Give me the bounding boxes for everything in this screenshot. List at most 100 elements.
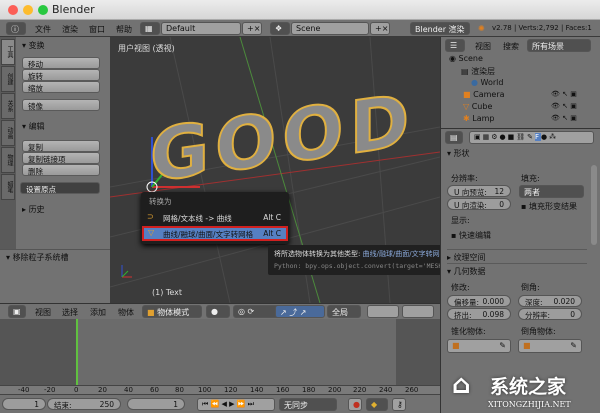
tab-animation[interactable]: 动画: [1, 120, 15, 146]
data-tab-icon[interactable]: F: [534, 133, 542, 141]
fill-deform-checkbox[interactable]: ▪ 填充形变结果: [521, 201, 577, 212]
timeline-ruler[interactable]: -40 -20 0 20 40 60 80 100 120 140 160 18…: [0, 385, 440, 394]
menu-help[interactable]: 帮助: [116, 24, 132, 35]
keying-set-button[interactable]: ◆: [366, 398, 388, 411]
record-button[interactable]: ●: [348, 398, 362, 411]
menu-object[interactable]: 物体: [118, 307, 134, 318]
display-mode-select[interactable]: 所有场景: [527, 39, 591, 52]
scene-select[interactable]: Scene: [291, 22, 369, 35]
taper-object-field[interactable]: ■ ✎: [447, 339, 511, 353]
transform-manipulators[interactable]: ↗ ⤴ ↗: [275, 305, 325, 318]
sync-select[interactable]: 无同步: [279, 398, 337, 411]
layers-1[interactable]: [367, 305, 399, 318]
visibility-icons[interactable]: 👁 ↖ ▣: [551, 102, 577, 110]
scale-button[interactable]: 缩放: [22, 81, 100, 93]
move-button[interactable]: 移动: [22, 57, 100, 69]
tab-tools[interactable]: 工具: [1, 39, 15, 65]
layout-add-remove[interactable]: +×: [242, 22, 262, 35]
rotate-button[interactable]: 旋转: [22, 69, 100, 81]
panel-shape-title[interactable]: ▾ 形状: [447, 148, 470, 159]
tab-create[interactable]: 创建: [1, 66, 15, 92]
minimize-button[interactable]: [23, 5, 33, 15]
tick-label: 200: [328, 386, 342, 394]
menu-add[interactable]: 添加: [90, 307, 106, 318]
delete-button[interactable]: 删除: [22, 164, 100, 176]
operator-title[interactable]: ▾ 移除粒子系统槽: [6, 252, 69, 263]
timeline[interactable]: [0, 319, 440, 385]
panel-geometry[interactable]: ▾ 几何数据: [447, 263, 587, 277]
panel-texture-space[interactable]: ▸ 纹理空间: [447, 249, 587, 263]
context-tabs[interactable]: ▣▦⚙●■⛓✎F●⁂: [469, 131, 594, 144]
cube-icon: ■: [147, 308, 155, 317]
menu-view[interactable]: 视图: [35, 307, 51, 318]
outliner-row-camera[interactable]: ■ Camera: [463, 90, 505, 99]
extrude-field[interactable]: 挤出: 0.098: [447, 308, 511, 320]
current-frame-line[interactable]: [76, 319, 78, 385]
editor-type-icon[interactable]: ▣: [8, 305, 26, 318]
outliner-row-renderlayers[interactable]: ▤ 渲染层: [461, 66, 495, 77]
u-preview-field[interactable]: U 向预览: 12: [447, 185, 511, 197]
menu-item-mesh[interactable]: ▽ 曲线/融球/曲面/文字转网格 Alt C: [142, 226, 288, 241]
menu-view[interactable]: 视图: [475, 41, 491, 52]
shading-select[interactable]: ●: [206, 305, 230, 318]
tab-grease-pencil[interactable]: 蜡笔: [1, 174, 15, 200]
depth-field[interactable]: 深度: 0.020: [518, 295, 582, 307]
bevel-resolution-field[interactable]: 分辨率: 0: [518, 308, 582, 320]
orientation-select[interactable]: 全局: [327, 305, 361, 318]
menu-search[interactable]: 搜索: [503, 41, 519, 52]
render-engine-select[interactable]: Blender 渲染: [410, 22, 470, 35]
bevel-object-field[interactable]: ■ ✎: [518, 339, 582, 353]
key-icon[interactable]: ⚷: [392, 398, 406, 411]
shelf-tabs: 工具 创建 关系 动画 物理 蜡笔: [0, 37, 16, 249]
view-label: 用户视图 (透视): [118, 44, 175, 53]
eyedropper-icon[interactable]: ✎: [570, 341, 577, 350]
layout-select[interactable]: Default: [161, 22, 241, 35]
panel-edit-title[interactable]: ▾ 编辑: [22, 121, 45, 132]
scene-icon[interactable]: ❖: [270, 22, 290, 35]
layers-2[interactable]: [402, 305, 434, 318]
offset-field[interactable]: 偏移量: 0.000: [447, 295, 511, 307]
panel-title: 移除粒子系统槽: [12, 253, 69, 262]
layout-icon[interactable]: ▦: [140, 22, 160, 35]
visibility-icons[interactable]: 👁 ↖ ▣: [551, 114, 577, 122]
menu-item-curve[interactable]: ⊃ 网格/文本线 -> 曲线 Alt C: [143, 212, 287, 224]
duplicate-button[interactable]: 复制: [22, 140, 100, 152]
menu-item-label: 曲线/融球/曲面/文字转网格: [163, 230, 254, 239]
tab-physics[interactable]: 物理: [1, 147, 15, 173]
set-origin-select[interactable]: 设置原点: [20, 182, 100, 194]
outliner-row-world[interactable]: ● World: [471, 78, 503, 87]
fast-edit-checkbox[interactable]: ▪ 快速编辑: [451, 230, 491, 241]
editor-type-icon[interactable]: ▤: [445, 131, 463, 144]
menu-render[interactable]: 渲染: [62, 24, 78, 35]
start-frame-field[interactable]: 1: [2, 398, 46, 410]
scene-add-remove[interactable]: +×: [370, 22, 390, 35]
playback-controls[interactable]: ⏮ ⏪ ◀ ▶ ⏩ ⏭: [197, 398, 275, 411]
tick-label: 80: [175, 386, 184, 394]
mirror-button[interactable]: 镜像: [22, 99, 100, 111]
blender-logo-icon: ✺: [478, 24, 485, 33]
outliner-row-cube[interactable]: ▽ Cube: [463, 102, 492, 111]
editor-type-icon[interactable]: ☰: [445, 39, 465, 52]
current-frame-field[interactable]: 1: [127, 398, 185, 410]
eyedropper-icon[interactable]: ✎: [499, 341, 506, 350]
panel-transform-title[interactable]: ▾ 变换: [22, 40, 45, 51]
end-frame-field[interactable]: 结束: 250: [47, 398, 121, 410]
tooltip: 将所选物体转换为其他类型: 曲线/融球/曲面/文字转网格 Python: bpy…: [268, 245, 450, 275]
editor-type-icon[interactable]: ⓘ: [6, 22, 26, 35]
scrollbar[interactable]: [591, 165, 597, 245]
mode-select[interactable]: ■ 物体模式: [142, 305, 202, 318]
fill-select[interactable]: 两者: [519, 185, 584, 198]
close-button[interactable]: [8, 5, 18, 15]
u-render-field[interactable]: U 向渲染: 0: [447, 198, 511, 210]
visibility-icons[interactable]: 👁 ↖ ▣: [551, 90, 577, 98]
menu-select[interactable]: 选择: [62, 307, 78, 318]
menu-window[interactable]: 窗口: [89, 24, 105, 35]
outliner-row-lamp[interactable]: ✱ Lamp: [463, 114, 494, 123]
panel-title: 几何数据: [453, 267, 486, 276]
outliner-row-scene[interactable]: ◉ Scene: [449, 54, 483, 63]
duplicate-linked-button[interactable]: 复制链接项: [22, 152, 100, 164]
menu-file[interactable]: 文件: [35, 24, 51, 35]
tab-relations[interactable]: 关系: [1, 93, 15, 119]
maximize-button[interactable]: [38, 5, 48, 15]
panel-history-title[interactable]: ▸ 历史: [22, 204, 45, 215]
